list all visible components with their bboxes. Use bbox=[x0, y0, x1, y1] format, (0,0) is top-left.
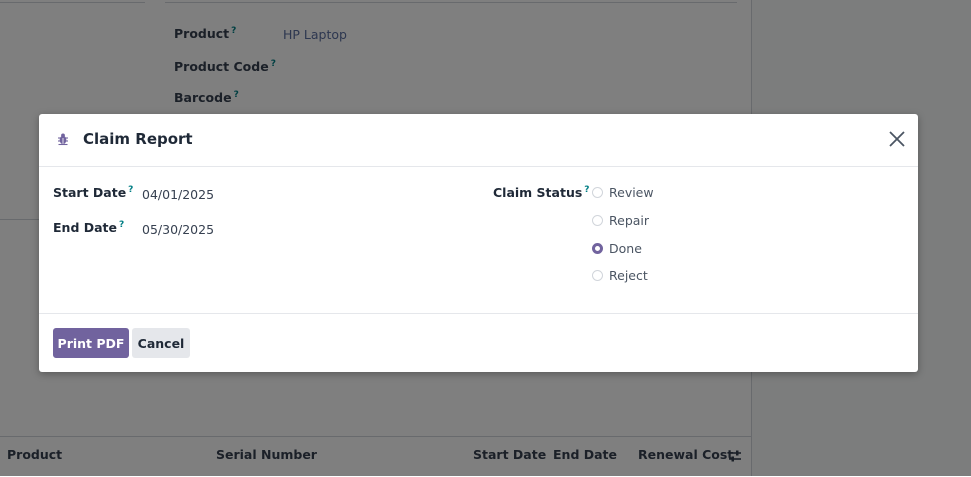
close-icon[interactable] bbox=[886, 128, 908, 150]
cancel-button[interactable]: Cancel bbox=[132, 328, 190, 358]
dialog-header: Claim Report bbox=[39, 114, 918, 167]
claim-status-label: Claim Status? bbox=[493, 185, 590, 201]
print-pdf-button[interactable]: Print PDF bbox=[53, 328, 129, 358]
claim-report-dialog: Claim Report Start Date? 04/01/2025 End … bbox=[39, 114, 918, 372]
radio-label: Review bbox=[609, 184, 654, 200]
end-date-label: End Date? bbox=[53, 220, 125, 236]
dialog-title: Claim Report bbox=[83, 130, 193, 148]
radio-button[interactable] bbox=[592, 269, 603, 281]
radio-label: Repair bbox=[609, 212, 650, 228]
radio-button-selected[interactable] bbox=[592, 242, 603, 254]
radio-label: Reject bbox=[609, 267, 648, 283]
claim-status-option-done[interactable]: Done bbox=[592, 239, 642, 257]
bug-icon bbox=[58, 133, 68, 146]
radio-label: Done bbox=[609, 240, 642, 256]
dialog-footer: Print PDF Cancel bbox=[39, 313, 918, 373]
end-date-input[interactable]: 05/30/2025 bbox=[142, 222, 214, 237]
claim-status-option-reject[interactable]: Reject bbox=[592, 266, 648, 284]
claim-status-option-repair[interactable]: Repair bbox=[592, 211, 649, 229]
claim-status-option-review[interactable]: Review bbox=[592, 183, 654, 201]
start-date-label: Start Date? bbox=[53, 185, 134, 201]
radio-button[interactable] bbox=[592, 186, 603, 198]
start-date-input[interactable]: 04/01/2025 bbox=[142, 187, 214, 202]
radio-button[interactable] bbox=[592, 214, 603, 226]
